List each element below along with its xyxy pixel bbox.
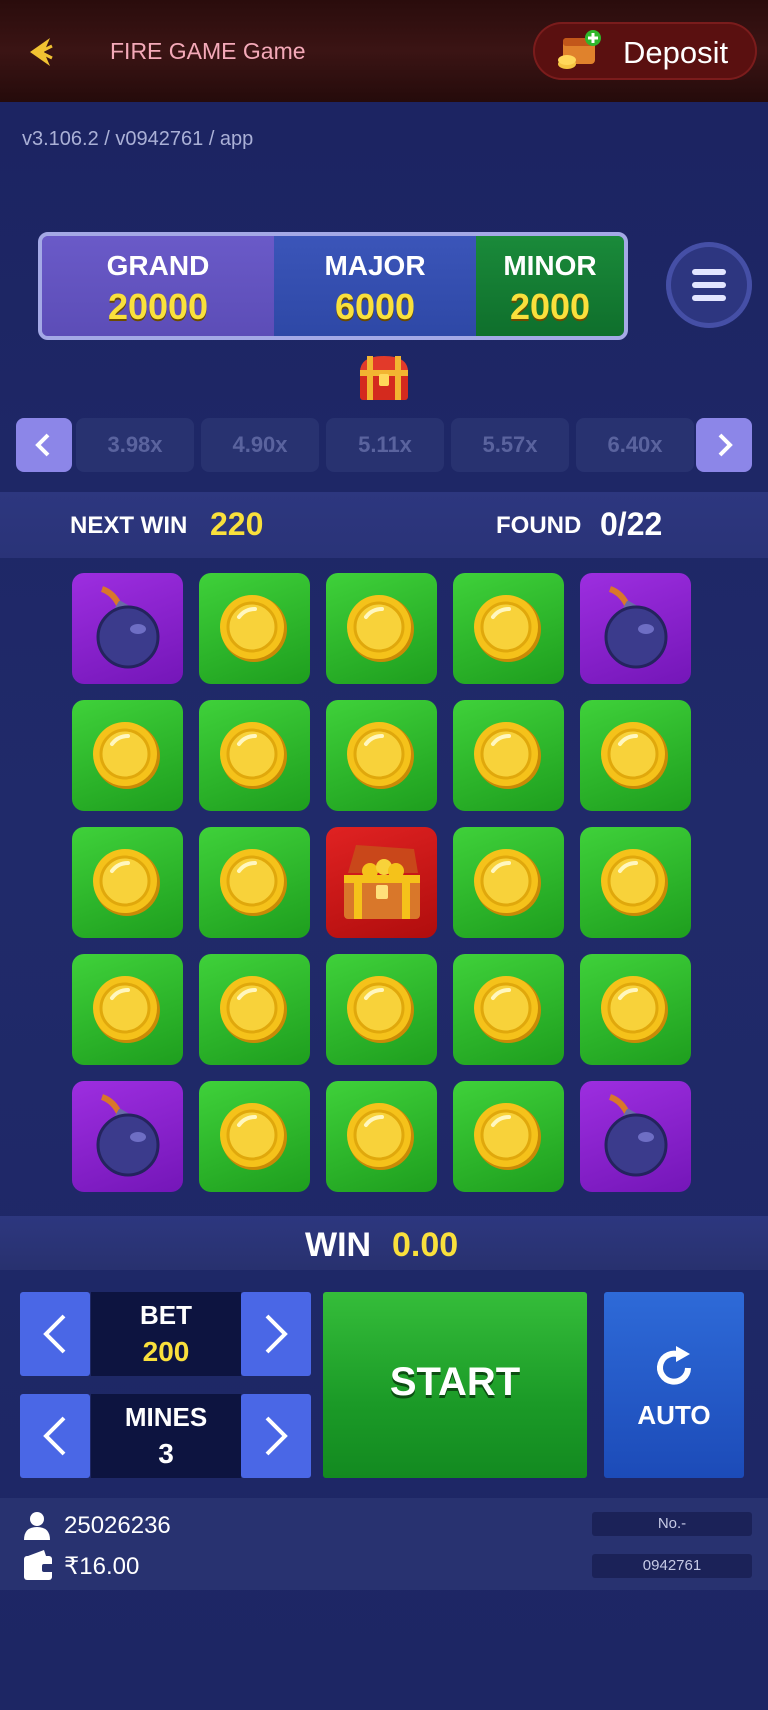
menu-button[interactable] (666, 242, 752, 328)
multiplier-next-button[interactable] (696, 418, 752, 472)
start-label: START (389, 1360, 521, 1404)
tile-bomb[interactable] (580, 573, 691, 684)
version-text: v3.106.2 / v0942761 / app (22, 128, 254, 150)
tile-coin[interactable] (72, 954, 183, 1065)
tile-coin[interactable] (580, 700, 691, 811)
jackpot-label: MINOR (503, 250, 597, 281)
tile-bomb[interactable] (580, 1081, 691, 1192)
tile-coin[interactable] (580, 954, 691, 1065)
next-win-value: 220 (210, 506, 264, 542)
jackpot-panel: GRAND 20000 MAJOR 6000 MINOR 2000 (38, 232, 628, 340)
multiplier-chip: 6.40x (576, 418, 694, 472)
chevron-left-icon (43, 1416, 66, 1456)
treasure-chest-icon (354, 352, 414, 404)
status-bar: NEXT WIN 220 FOUND 0/22 (0, 492, 768, 558)
tile-coin[interactable] (453, 700, 564, 811)
tile-coin[interactable] (199, 1081, 310, 1192)
back-icon[interactable] (22, 34, 58, 70)
tile-coin[interactable] (453, 954, 564, 1065)
multiplier-prev-button[interactable] (16, 418, 72, 472)
multiplier-chip: 5.11x (326, 418, 444, 472)
balance-value: ₹16.00 (64, 1553, 140, 1580)
tile-bomb[interactable] (72, 1081, 183, 1192)
user-id: 25026236 (64, 1512, 171, 1539)
deposit-button[interactable]: Deposit (533, 22, 757, 80)
mines-decrease-button[interactable] (20, 1394, 90, 1478)
round-id: 0942761 (592, 1554, 752, 1578)
chevron-right-icon (265, 1416, 288, 1456)
start-button[interactable]: START (323, 1292, 587, 1478)
multiplier-chip: 3.98x (76, 418, 194, 472)
hamburger-icon (692, 269, 726, 301)
tile-coin[interactable] (326, 954, 437, 1065)
chevron-left-icon (35, 433, 50, 457)
jackpot-label: GRAND (106, 250, 210, 281)
jackpot-minor: MINOR 2000 (476, 236, 624, 336)
win-bar: WIN 0.00 (0, 1216, 768, 1270)
jackpot-major: MAJOR 6000 (274, 236, 476, 336)
found-label: FOUND (496, 512, 582, 539)
mines-label: MINES (124, 1402, 208, 1432)
jackpot-value: 6000 (334, 286, 416, 327)
tile-coin[interactable] (453, 1081, 564, 1192)
multiplier-row: 3.98x 4.90x 5.11x 5.57x 6.40x (16, 418, 752, 472)
bet-value: 200 (142, 1336, 190, 1367)
tile-bomb[interactable] (72, 573, 183, 684)
jackpot-grand: GRAND 20000 (42, 236, 274, 336)
tile-coin[interactable] (199, 700, 310, 811)
bet-label: BET (140, 1300, 192, 1330)
top-bar: FIRE GAME Game Deposit (0, 0, 768, 102)
tile-chest[interactable] (326, 827, 437, 938)
tile-coin[interactable] (326, 1081, 437, 1192)
jackpot-value: 2000 (509, 286, 591, 327)
multiplier-chip: 5.57x (451, 418, 569, 472)
tile-coin[interactable] (72, 827, 183, 938)
chevron-left-icon (43, 1314, 66, 1354)
chevron-right-icon (718, 433, 733, 457)
footer: 25026236 ₹16.00 No.- 0942761 (0, 1498, 768, 1590)
mines-display: MINES 3 (91, 1394, 241, 1478)
bet-decrease-button[interactable] (20, 1292, 90, 1376)
next-win-label: NEXT WIN (70, 512, 188, 539)
mines-value: 3 (158, 1438, 174, 1469)
chevron-right-icon (265, 1314, 288, 1354)
deposit-label: Deposit (623, 35, 729, 70)
wallet-plus-icon (557, 30, 601, 72)
tile-coin[interactable] (453, 573, 564, 684)
mines-increase-button[interactable] (241, 1394, 311, 1478)
tile-coin[interactable] (199, 573, 310, 684)
round-number-label: No.- (592, 1512, 752, 1536)
auto-button[interactable]: AUTO (604, 1292, 744, 1478)
wallet-icon (24, 1550, 54, 1580)
tile-coin[interactable] (453, 827, 564, 938)
tile-coin[interactable] (326, 700, 437, 811)
win-label: WIN (305, 1226, 372, 1264)
refresh-icon (657, 1346, 691, 1385)
user-icon (24, 1512, 50, 1540)
tile-coin[interactable] (72, 700, 183, 811)
win-value: 0.00 (392, 1226, 459, 1264)
tile-coin[interactable] (580, 827, 691, 938)
app-title: FIRE GAME Game (110, 38, 306, 64)
jackpot-value: 20000 (107, 286, 209, 327)
tile-coin[interactable] (199, 827, 310, 938)
tile-coin[interactable] (199, 954, 310, 1065)
multiplier-chip: 4.90x (201, 418, 319, 472)
bet-display: BET 200 (91, 1292, 241, 1376)
tile-coin[interactable] (326, 573, 437, 684)
bet-increase-button[interactable] (241, 1292, 311, 1376)
mines-grid (72, 573, 696, 1197)
found-value: 0/22 (600, 506, 663, 542)
auto-label: AUTO (637, 1400, 711, 1430)
jackpot-label: MAJOR (324, 250, 426, 281)
